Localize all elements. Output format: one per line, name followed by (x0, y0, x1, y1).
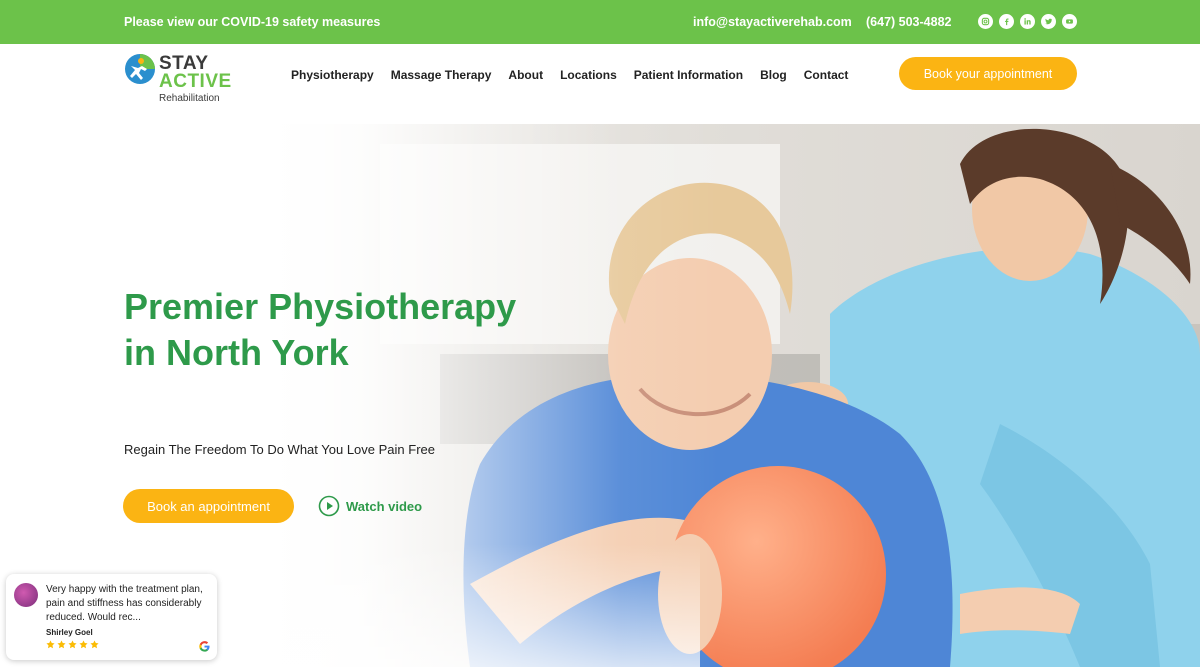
google-review-widget[interactable]: Very happy with the treatment plan, pain… (6, 574, 217, 660)
avatar (14, 583, 38, 607)
review-author: Shirley Goel (46, 628, 93, 637)
star-icon (68, 640, 77, 649)
youtube-icon[interactable] (1062, 14, 1077, 29)
logo-text-rehabilitation: Rehabilitation (159, 93, 220, 104)
instagram-icon[interactable] (978, 14, 993, 29)
nav-item-physiotherapy[interactable]: Physiotherapy (291, 68, 374, 82)
star-icon (90, 640, 99, 649)
review-text: Very happy with the treatment plan, pain… (46, 584, 203, 623)
main-nav: Physiotherapy Massage Therapy About Loca… (291, 68, 848, 82)
star-rating (46, 640, 99, 649)
nav-item-contact[interactable]: Contact (804, 68, 849, 82)
star-icon (57, 640, 66, 649)
google-icon (199, 641, 210, 652)
watch-video-link[interactable]: Watch video (318, 495, 422, 517)
nav-item-about[interactable]: About (508, 68, 543, 82)
hero-subheadline: Regain The Freedom To Do What You Love P… (124, 442, 435, 457)
logo[interactable]: STAY ACTIVE Rehabilitation (124, 49, 234, 105)
star-icon (46, 640, 55, 649)
watch-video-label: Watch video (346, 498, 423, 514)
social-links (978, 14, 1077, 29)
book-appointment-hero-button[interactable]: Book an appointment (123, 489, 294, 523)
play-icon (318, 495, 340, 517)
nav-item-locations[interactable]: Locations (560, 68, 617, 82)
hero-headline: Premier Physiotherapy in North York (124, 286, 517, 373)
top-bar: Please view our COVID-19 safety measures… (0, 0, 1200, 44)
book-appointment-header-button[interactable]: Book your appointment (899, 57, 1077, 90)
twitter-icon[interactable] (1041, 14, 1056, 29)
linkedin-icon[interactable] (1020, 14, 1035, 29)
nav-item-patient-information[interactable]: Patient Information (634, 68, 743, 82)
nav-item-blog[interactable]: Blog (760, 68, 787, 82)
site-header: STAY ACTIVE Rehabilitation Physiotherapy… (0, 44, 1200, 124)
nav-item-massage-therapy[interactable]: Massage Therapy (391, 68, 492, 82)
phone-link[interactable]: (647) 503-4882 (866, 15, 951, 29)
star-icon (79, 640, 88, 649)
covid-safety-link[interactable]: Please view our COVID-19 safety measures (124, 15, 380, 29)
facebook-icon[interactable] (999, 14, 1014, 29)
logo-text-active: ACTIVE (159, 71, 232, 92)
logo-mark-icon (125, 54, 155, 84)
email-link[interactable]: info@stayactiverehab.com (693, 15, 852, 29)
